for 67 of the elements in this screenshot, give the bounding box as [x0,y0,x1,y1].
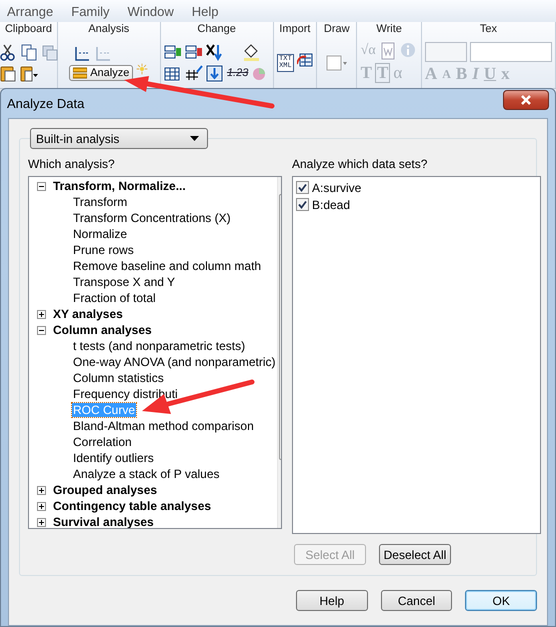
hash-icon[interactable] [184,64,203,82]
scissors-icon[interactable] [0,43,16,61]
copy-icon[interactable] [20,43,38,61]
number-format-icon[interactable]: 1.23 [226,67,248,79]
ribbon-group-label: Tex [480,22,497,37]
font-size-field[interactable] [424,42,467,62]
ribbon-group-label: Clipboard [4,22,52,37]
tree-category[interactable]: Transform, Normalize... [52,179,187,193]
expand-icon[interactable] [37,518,46,526]
analyze-button[interactable]: Analyze [69,65,134,81]
expand-icon[interactable] [37,502,46,510]
tree-category[interactable]: Column analyses [52,323,153,337]
tree-item[interactable]: Prune rows [72,243,135,257]
tree-category[interactable]: XY analyses [52,307,124,321]
tree-item[interactable]: Column statistics [72,371,165,385]
analysis-type-dropdown[interactable]: Built-in analysis [30,128,208,149]
menu-item[interactable]: Help [192,4,219,18]
tree-item[interactable]: Remove baseline and column math [72,259,262,273]
collapse-icon[interactable] [37,182,46,190]
ribbon-group-label: Change [197,22,236,37]
menu-item[interactable]: Arrange [7,4,54,18]
caret-icon [190,136,199,141]
tree-item[interactable]: Fraction of total [72,291,157,305]
ribbon-group-label: Write [376,22,402,37]
paste-dropdown-icon[interactable] [20,64,40,82]
tree-item[interactable]: Correlation [72,435,133,449]
tree-item[interactable]: One-way ANOVA (and nonparametric) [72,355,277,369]
download-icon[interactable] [206,64,224,82]
dataset-label: A:survive [312,180,362,194]
expand-icon[interactable] [37,486,46,494]
checkbox[interactable] [296,181,309,194]
menu-item[interactable]: Family [71,4,110,18]
font-name-field[interactable] [470,42,552,62]
dataset-label: B:dead [312,198,350,212]
tree-item[interactable]: Normalize [72,227,128,241]
bars-icon [73,67,88,79]
checkbox[interactable] [296,198,309,211]
tree-item[interactable]: Analyze a stack of P values [72,467,221,481]
collapse-icon[interactable] [37,326,46,334]
datasets-label: Analyze which data sets? [292,157,428,173]
tree-item[interactable]: Identify outliers [72,451,155,465]
ribbon-group-label: Analysis [88,22,130,37]
dialog-button[interactable]: Help [296,590,368,611]
menu-item[interactable]: Window [128,4,174,18]
close-icon [520,94,532,104]
swap-columns-icon[interactable] [164,43,182,61]
paste-icon[interactable] [0,64,16,82]
tree-item[interactable]: t tests (and nonparametric tests) [72,339,246,353]
axis-icon[interactable] [73,44,92,62]
tree-category[interactable]: Grouped analyses [52,483,158,497]
tree-item[interactable]: Transpose X and Y [72,275,176,289]
dialog-title: Analyze Data [7,96,84,111]
tree-item[interactable]: Frequency distributi [72,387,179,401]
tree-item[interactable]: Transform [72,195,128,209]
tree-item[interactable]: Bland-Altman method comparison [72,419,255,433]
tree-category[interactable]: Contingency table analyses [52,499,212,513]
ribbon-group-label: Draw [324,22,350,37]
tree-item[interactable]: Transform Concentrations (X) [72,211,232,225]
ribbon-group-label: Import [279,22,310,37]
dialog-button[interactable]: OK [465,590,538,611]
expand-icon[interactable] [37,310,46,318]
dialog-button[interactable]: Cancel [380,590,452,611]
close-button[interactable] [503,90,549,110]
deselect-all-button[interactable]: Deselect All [379,544,451,565]
swap-rows-icon[interactable] [184,43,203,61]
x-down-arrow-icon[interactable] [206,43,224,61]
tree-label: Which analysis? [28,157,116,173]
